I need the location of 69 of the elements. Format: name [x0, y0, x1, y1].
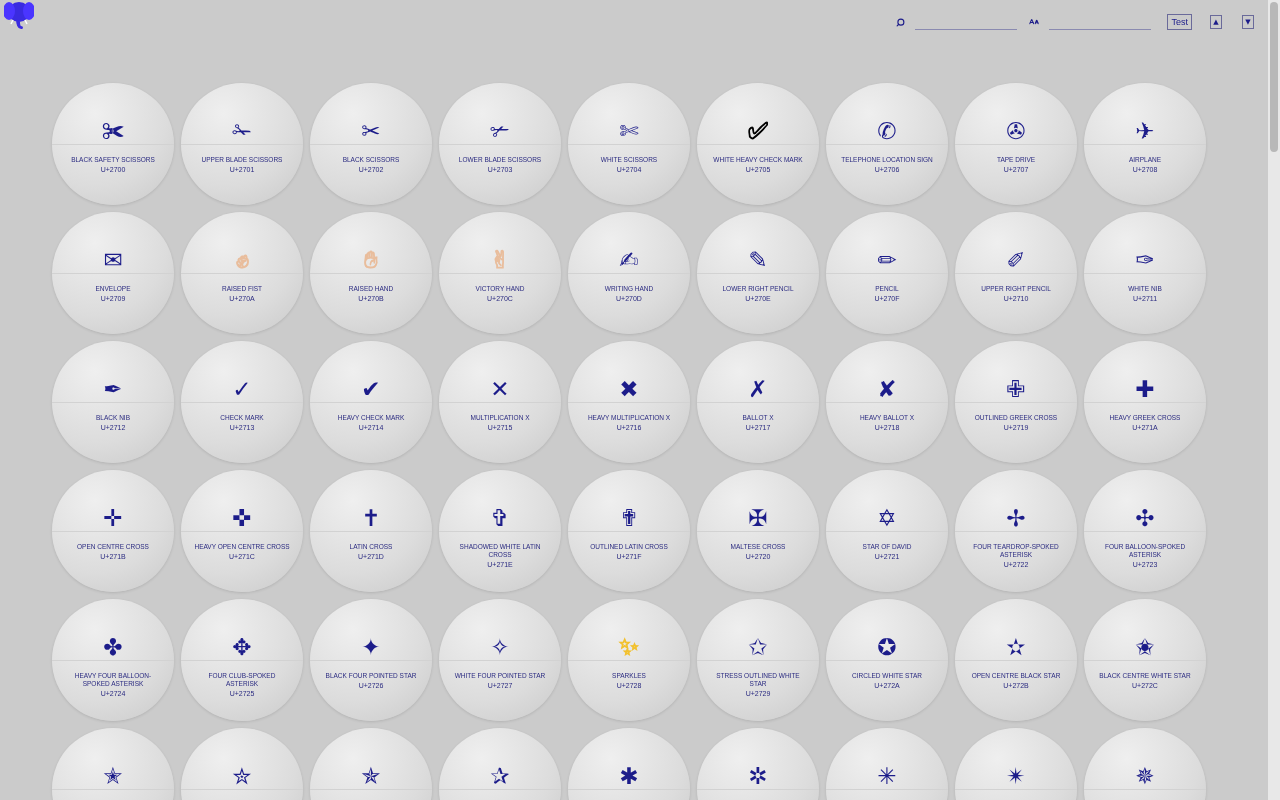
character-glyph: ✲: [748, 762, 768, 791]
character-glyph: ✊: [235, 245, 249, 275]
character-glyph: ✒: [103, 375, 123, 404]
character-glyph: ✑: [1135, 246, 1155, 275]
character-glyph: ✎: [748, 246, 768, 275]
character-card[interactable]: ✰: [439, 728, 561, 800]
character-glyph: ✚: [1135, 375, 1155, 404]
character-card[interactable]: ✮: [181, 728, 303, 800]
character-glyph: ✃: [490, 117, 510, 146]
character-glyph: ✗: [748, 375, 768, 404]
character-glyph: ✉: [103, 246, 123, 275]
character-glyph: ✅: [748, 116, 768, 146]
font-size-icon: [1029, 17, 1040, 27]
character-glyph: ✰: [490, 762, 510, 791]
character-glyph: ✩: [748, 633, 768, 662]
character-glyph: ✀: [101, 117, 125, 146]
character-glyph: ✳: [877, 762, 897, 791]
character-card[interactable]: ✱: [568, 728, 690, 800]
character-glyph: ✕: [490, 375, 510, 404]
character-glyph: ✠: [748, 504, 768, 533]
character-glyph: ✂: [361, 117, 381, 146]
character-glyph: ✄: [619, 117, 639, 146]
character-glyph: ✱: [619, 762, 639, 791]
character-glyph: ✇: [1006, 117, 1026, 146]
character-glyph: ✴: [1006, 762, 1026, 791]
character-glyph: ✛: [103, 504, 123, 533]
character-glyph: ✢: [1006, 504, 1026, 533]
character-glyph: ✐: [1006, 246, 1026, 275]
character-card[interactable]: ✯: [310, 728, 432, 800]
character-glyph: ✁: [232, 117, 252, 146]
character-glyph: ✵: [1135, 762, 1155, 791]
scrollbar-thumb[interactable]: [1270, 2, 1278, 152]
character-glyph: ✆: [877, 117, 897, 146]
character-glyph: ✭: [103, 762, 123, 791]
character-glyph: ✮: [232, 762, 252, 791]
character-glyph: ✓: [232, 375, 252, 404]
character-glyph: ✯: [361, 762, 381, 791]
character-glyph: ✞: [490, 504, 510, 533]
character-card[interactable]: ✴: [955, 728, 1077, 800]
character-glyph: ✨: [619, 632, 639, 662]
scrollbar[interactable]: [1268, 0, 1280, 800]
character-glyph: ✈: [1135, 117, 1155, 146]
search-icon: [896, 17, 906, 27]
character-card[interactable]: ✲: [697, 728, 819, 800]
character-glyph: ✦: [361, 633, 381, 662]
character-glyph: ✋: [364, 245, 378, 275]
character-card[interactable]: ✵: [1084, 728, 1206, 800]
character-glyph: ✌: [489, 245, 511, 275]
character-card[interactable]: ✭: [52, 728, 174, 800]
character-glyph: ✣: [1135, 504, 1155, 533]
elephant-logo-icon[interactable]: [4, 0, 34, 32]
character-glyph: ✜: [232, 504, 252, 533]
character-glyph: ✤: [103, 633, 123, 662]
character-glyph: ✬: [1135, 633, 1155, 662]
character-glyph: ✥: [232, 633, 252, 662]
character-glyph: ✙: [1006, 375, 1026, 404]
character-glyph: ✡: [877, 504, 897, 533]
character-glyph: ✍: [619, 246, 639, 275]
character-glyph: ✟: [619, 504, 639, 533]
character-glyph: ✏: [877, 246, 897, 275]
character-glyph: ✝: [361, 504, 381, 533]
character-glyph: ✔: [361, 375, 381, 404]
character-glyph: ✖: [619, 375, 639, 404]
character-glyph: ✪: [877, 633, 897, 662]
character-card[interactable]: ✳: [826, 728, 948, 800]
character-glyph: ✫: [1006, 633, 1026, 662]
test-button[interactable]: Test: [1167, 14, 1192, 30]
character-glyph: ✘: [877, 375, 897, 404]
character-glyph: ✧: [490, 633, 510, 662]
